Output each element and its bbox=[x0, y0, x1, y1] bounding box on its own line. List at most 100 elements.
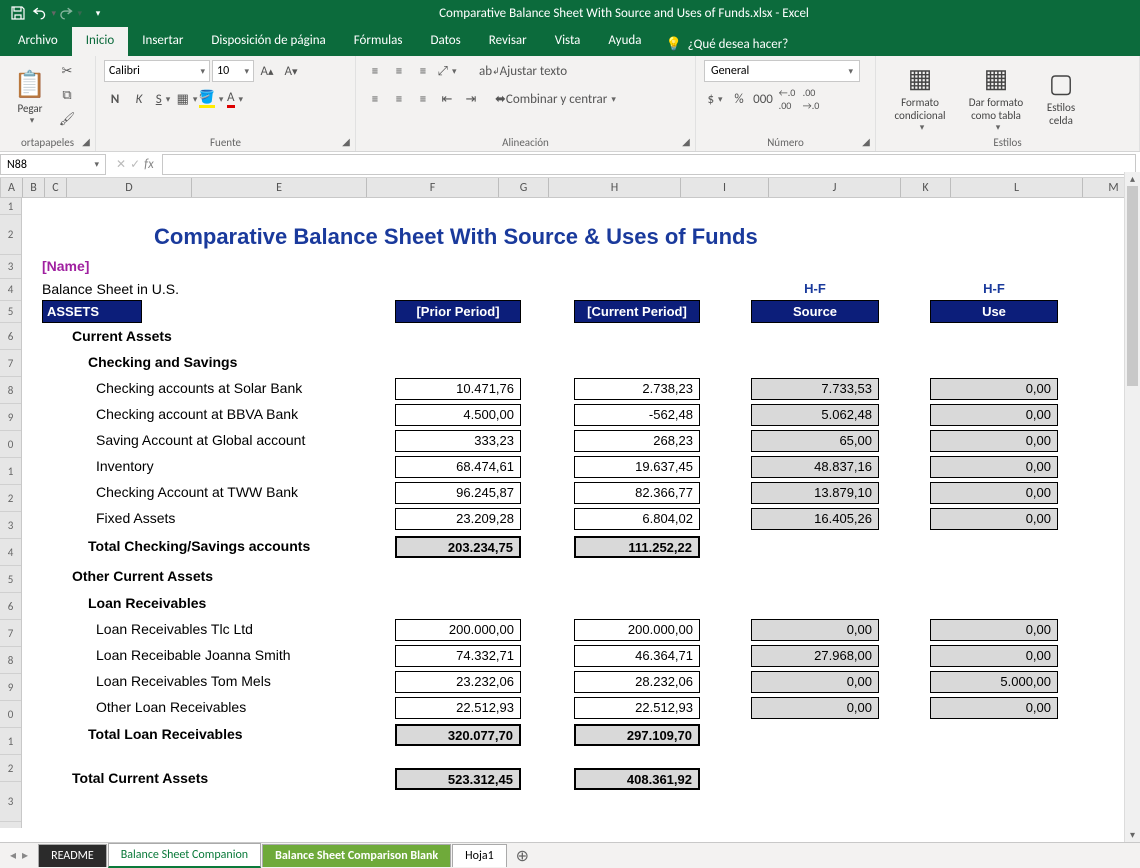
col-header-I[interactable]: I bbox=[681, 178, 769, 197]
decrease-indent-icon[interactable]: ⇤ bbox=[436, 88, 458, 110]
comma-icon[interactable]: 000 bbox=[752, 88, 774, 110]
paste-button[interactable]: 📋 Pegar ▾ bbox=[8, 60, 52, 134]
align-bottom-icon[interactable]: ≡ bbox=[412, 60, 434, 82]
cell-source[interactable]: 65,00 bbox=[751, 430, 879, 452]
tab-ayuda[interactable]: Ayuda bbox=[594, 27, 655, 56]
cell-styles-button[interactable]: ▢Estilos celda bbox=[1036, 60, 1086, 134]
name-box[interactable]: N88▾ bbox=[0, 154, 106, 175]
sheet-tab-blank[interactable]: Balance Sheet Comparison Blank bbox=[262, 844, 451, 867]
number-format-select[interactable]: General▾ bbox=[704, 60, 860, 82]
cell-source[interactable]: 13.879,10 bbox=[751, 482, 879, 504]
align-launcher-icon[interactable]: ◢ bbox=[680, 136, 692, 148]
cell-curr[interactable]: 2.738,23 bbox=[574, 378, 700, 400]
cell-source[interactable]: 7.733,53 bbox=[751, 378, 879, 400]
row-header[interactable]: 3 bbox=[0, 255, 21, 279]
row-header[interactable]: 1 bbox=[0, 728, 21, 755]
formula-input[interactable] bbox=[162, 154, 1136, 175]
row-header[interactable]: 8 bbox=[0, 377, 21, 404]
align-right-icon[interactable]: ≡ bbox=[412, 88, 434, 110]
cell-use[interactable]: 0,00 bbox=[930, 456, 1058, 478]
tell-me[interactable]: 💡 ¿Qué desea hacer? bbox=[655, 37, 798, 56]
tab-prev-icon[interactable]: ▸ bbox=[20, 848, 30, 863]
align-middle-icon[interactable]: ≡ bbox=[388, 60, 410, 82]
row-header[interactable]: 1 bbox=[0, 198, 21, 215]
copy-icon[interactable]: ⧉ bbox=[56, 84, 78, 106]
tab-vista[interactable]: Vista bbox=[541, 27, 595, 56]
font-size-select[interactable]: 10▾ bbox=[212, 60, 254, 82]
clipboard-launcher-icon[interactable]: ◢ bbox=[80, 136, 92, 148]
undo-icon[interactable]: ▾ bbox=[32, 2, 56, 24]
cell-source[interactable]: 0,00 bbox=[751, 697, 879, 719]
add-sheet-icon[interactable]: ⊕ bbox=[508, 846, 537, 866]
tab-formulas[interactable]: Fórmulas bbox=[340, 27, 417, 56]
scroll-up-icon[interactable]: ▴ bbox=[1125, 172, 1140, 186]
underline-button[interactable]: S▾ bbox=[152, 88, 174, 110]
row-header[interactable]: 7 bbox=[0, 620, 21, 647]
sheet-content[interactable]: Comparative Balance Sheet With Source & … bbox=[22, 198, 1140, 828]
cell-use[interactable]: 0,00 bbox=[930, 697, 1058, 719]
col-header-H[interactable]: H bbox=[549, 178, 681, 197]
cell-curr[interactable]: 200.000,00 bbox=[574, 619, 700, 641]
col-header-E[interactable]: E bbox=[192, 178, 367, 197]
row-header[interactable]: 2 bbox=[0, 485, 21, 512]
cell-prior[interactable]: 333,23 bbox=[395, 430, 521, 452]
sheet-tab-readme[interactable]: README bbox=[38, 844, 107, 867]
cell-prior[interactable]: 68.474,61 bbox=[395, 456, 521, 478]
align-left-icon[interactable]: ≡ bbox=[364, 88, 386, 110]
merge-center-button[interactable]: ⬌ Combinar y centrar ▾ bbox=[490, 88, 621, 110]
italic-button[interactable]: K bbox=[128, 88, 150, 110]
cell-source[interactable]: 48.837,16 bbox=[751, 456, 879, 478]
increase-indent-icon[interactable]: ⇥ bbox=[460, 88, 482, 110]
qat-customize-icon[interactable]: ▾ bbox=[84, 2, 108, 24]
cell-prior[interactable]: 74.332,71 bbox=[395, 645, 521, 667]
align-top-icon[interactable]: ≡ bbox=[364, 60, 386, 82]
cell-curr[interactable]: 22.512,93 bbox=[574, 697, 700, 719]
cell-curr[interactable]: 46.364,71 bbox=[574, 645, 700, 667]
enter-formula-icon[interactable]: ✓ bbox=[130, 157, 140, 172]
number-launcher-icon[interactable]: ◢ bbox=[860, 136, 872, 148]
cell-curr[interactable]: -562,48 bbox=[574, 404, 700, 426]
cell-curr[interactable]: 28.232,06 bbox=[574, 671, 700, 693]
row-header[interactable]: 8 bbox=[0, 647, 21, 674]
cell-source[interactable]: 27.968,00 bbox=[751, 645, 879, 667]
tab-inicio[interactable]: Inicio bbox=[72, 27, 128, 56]
decrease-font-icon[interactable]: A▾ bbox=[280, 60, 302, 82]
row-header[interactable]: 5 bbox=[0, 301, 21, 323]
col-header-A[interactable]: A bbox=[1, 178, 23, 197]
cell-prior[interactable]: 200.000,00 bbox=[395, 619, 521, 641]
vertical-scrollbar[interactable]: ▴ ▾ bbox=[1124, 172, 1140, 842]
scroll-thumb[interactable] bbox=[1127, 186, 1138, 386]
row-header[interactable]: 2 bbox=[0, 215, 21, 255]
wrap-text-button[interactable]: ab↲ Ajustar texto bbox=[474, 60, 572, 82]
cell-use[interactable]: 5.000,00 bbox=[930, 671, 1058, 693]
cell-curr[interactable]: 82.366,77 bbox=[574, 482, 700, 504]
font-launcher-icon[interactable]: ◢ bbox=[340, 136, 352, 148]
sheet-tab-companion[interactable]: Balance Sheet Companion bbox=[108, 843, 261, 868]
bold-button[interactable]: N bbox=[104, 88, 126, 110]
col-header-D[interactable]: D bbox=[67, 178, 192, 197]
increase-font-icon[interactable]: A▴ bbox=[256, 60, 278, 82]
cell-prior[interactable]: 4.500,00 bbox=[395, 404, 521, 426]
tab-archivo[interactable]: Archivo bbox=[4, 27, 72, 56]
cell-curr[interactable]: 6.804,02 bbox=[574, 508, 700, 530]
cell-use[interactable]: 0,00 bbox=[930, 378, 1058, 400]
redo-icon[interactable]: ▾ bbox=[58, 2, 82, 24]
cell-source[interactable]: 0,00 bbox=[751, 671, 879, 693]
save-icon[interactable] bbox=[6, 2, 30, 24]
cut-icon[interactable]: ✂ bbox=[56, 60, 78, 82]
align-center-icon[interactable]: ≡ bbox=[388, 88, 410, 110]
cell-prior[interactable]: 96.245,87 bbox=[395, 482, 521, 504]
row-header[interactable]: 1 bbox=[0, 458, 21, 485]
col-header-C[interactable]: C bbox=[45, 178, 67, 197]
cell-source[interactable]: 5.062,48 bbox=[751, 404, 879, 426]
row-header[interactable]: 0 bbox=[0, 701, 21, 728]
row-header[interactable]: 5 bbox=[0, 566, 21, 593]
cell-source[interactable]: 16.405,26 bbox=[751, 508, 879, 530]
scroll-down-icon[interactable]: ▾ bbox=[1125, 828, 1140, 842]
cell-curr[interactable]: 268,23 bbox=[574, 430, 700, 452]
row-header[interactable]: 7 bbox=[0, 350, 21, 377]
row-header[interactable]: 9 bbox=[0, 674, 21, 701]
cell-curr[interactable]: 19.637,45 bbox=[574, 456, 700, 478]
tab-datos[interactable]: Datos bbox=[416, 27, 474, 56]
cell-use[interactable]: 0,00 bbox=[930, 645, 1058, 667]
